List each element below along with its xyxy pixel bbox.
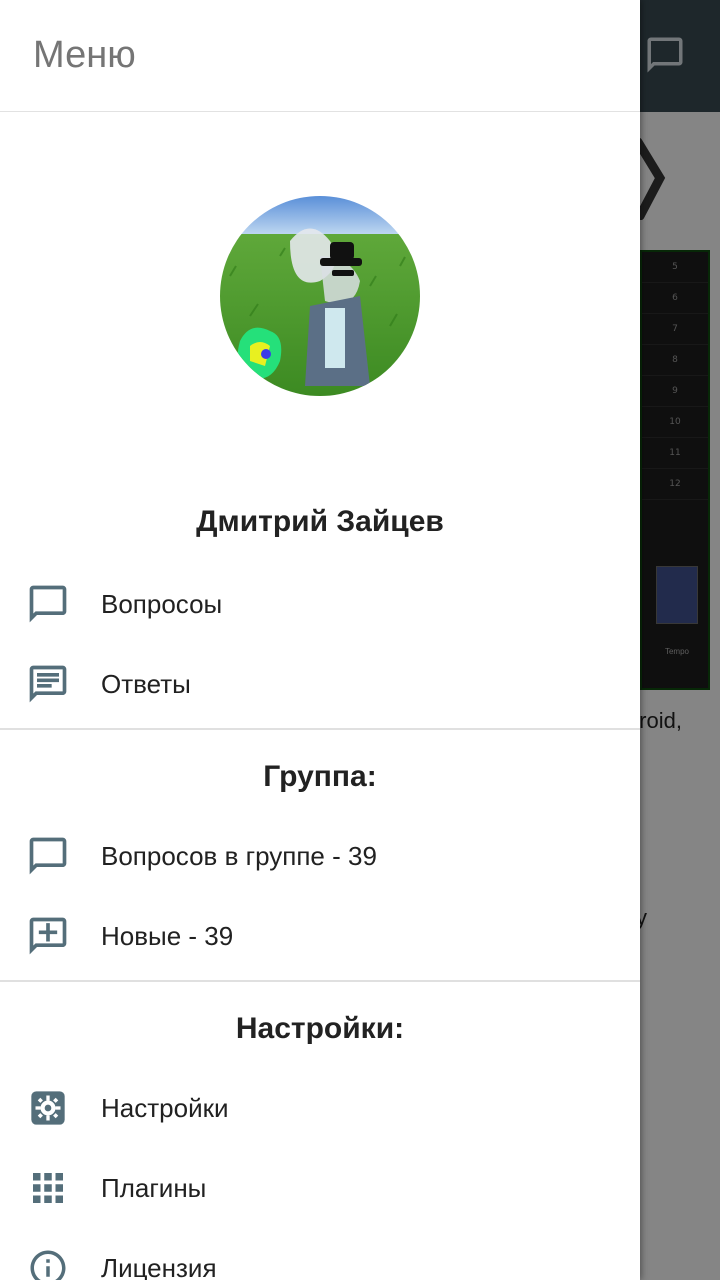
divider — [0, 728, 640, 730]
menu-item-label: Настройки — [101, 1092, 229, 1123]
section-title-settings: Настройки: — [235, 1012, 405, 1045]
menu-item-label: Вопросоы — [101, 588, 223, 619]
drawer-title: Меню — [33, 34, 136, 76]
menu-item-license[interactable]: Лицензия — [0, 1228, 640, 1280]
navigation-drawer: Меню Дмитрий Зайцев Вопросоы Ответы Груп… — [0, 0, 640, 1280]
menu-item-label: Плагины — [101, 1172, 207, 1203]
menu-item-questions[interactable]: Вопросоы — [0, 564, 640, 644]
avatar[interactable] — [220, 196, 420, 396]
chat-bubble-icon — [24, 832, 72, 880]
menu-item-new[interactable]: Новые - 39 — [0, 896, 640, 976]
avatar-image — [220, 196, 420, 396]
gear-icon — [24, 1084, 72, 1132]
menu-item-label: Лицензия — [101, 1252, 217, 1280]
menu-item-label: Ответы — [101, 668, 191, 699]
info-icon — [24, 1244, 72, 1280]
menu-item-settings[interactable]: Настройки — [0, 1068, 640, 1148]
menu-item-answers[interactable]: Ответы — [0, 644, 640, 724]
divider — [0, 980, 640, 982]
section-title-group: Группа: — [263, 760, 377, 793]
menu-item-label: Новые - 39 — [101, 920, 234, 951]
menu-item-plugins[interactable]: Плагины — [0, 1148, 640, 1228]
user-name: Дмитрий Зайцев — [196, 505, 444, 538]
grid-icon — [24, 1164, 72, 1212]
add-comment-icon — [24, 912, 72, 960]
menu-item-label: Вопросов в группе - 39 — [101, 840, 377, 871]
chat-bubble-icon — [24, 580, 72, 628]
menu-item-group-questions[interactable]: Вопросов в группе - 39 — [0, 816, 640, 896]
drawer-header: Меню — [0, 0, 640, 112]
message-text-icon — [24, 660, 72, 708]
